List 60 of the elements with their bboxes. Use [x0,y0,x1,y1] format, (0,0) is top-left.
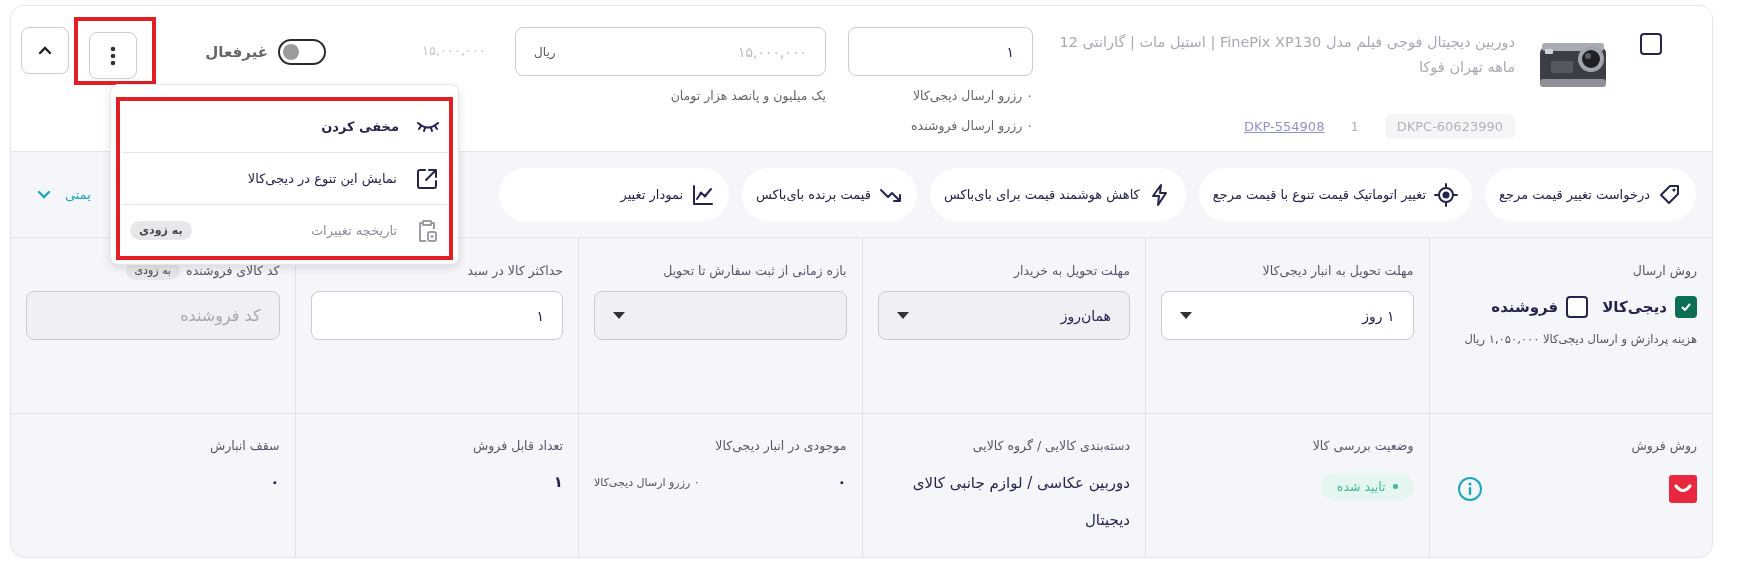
status-badge: تایید شده [1320,473,1414,500]
dropdown[interactable]: ۱ روز [1161,291,1414,340]
info-icon[interactable] [1456,476,1483,502]
reserve-text: ۰ رزرو ارسال دیجی‌کالا [911,87,1033,106]
field-label: کد کالای فروشنده [186,262,280,278]
caret-down-icon [613,312,625,319]
field-label: مهلت تحویل به انبار دیجی‌کالا [1262,262,1414,278]
field-label: بازه زمانی از ثبت سفارش تا تحویل [663,262,847,278]
count-value: ۰ [837,473,847,491]
caret-down-icon [1180,312,1192,319]
caret-down-icon [896,312,909,319]
smile-icon [1669,475,1697,503]
product-title: دوربین دیجیتال فوجی فیلم مدل FinePix XP130 | استیل مات | گارانتی 12 ماهه تهران فوکا [1058,33,1515,78]
checkmark-icon [1681,303,1691,311]
reserve-text: ۰ رزرو ارسال فروشنده [910,117,1033,136]
checkbox[interactable] [1566,296,1589,318]
count-value: ۱ [553,473,563,491]
field-label: وضعیت بررسی کالا [1311,438,1414,453]
quantity-text: 1 [1349,118,1360,136]
checkbox-label: دیجی‌کالا [1602,298,1667,316]
product-code: DKPC-60623990 [1384,114,1515,139]
crosshair-icon [1434,182,1459,207]
field-label: روش ارسال [1632,262,1697,278]
price-field[interactable]: ۱۵,۰۰۰,۰۰۰ ریال [515,27,826,76]
menu-item[interactable]: نمایش این تنوع در دیجی‌کالا [122,152,447,204]
checkbox-label: فروشنده [1491,298,1559,316]
count-value: ۰ [270,473,280,491]
field-label: موجودی در انبار دیجی‌کالا [714,438,847,453]
field-label: تعداد قابل فروش [472,438,563,453]
chevron-up-icon [38,46,53,55]
reference-price: ۱۵,۰۰۰,۰۰۰ [420,43,488,58]
action-button[interactable]: کاهش هوشمند قیمت برای بای‌باکس [929,168,1186,221]
input-field[interactable]: ۱ [310,291,563,340]
checkbox[interactable] [1640,33,1662,55]
field-label: مهلت تحویل به خریدار [1013,262,1130,278]
kebab-icon [110,45,117,66]
price-in-words: یک میلیون و پانصد هزار تومان [669,87,826,106]
reserve-text: ۰ رزرو ارسال دیجی‌کالا [594,475,700,489]
tag-icon [1658,182,1682,207]
field-label: سقف انبارش [208,438,280,453]
cost-note: هزینه پردازش و ارسال دیجی‌کالا ۱,۰۵۰,۰۰۰ ریال [1463,331,1697,349]
soon-badge: به زودی [130,221,192,240]
closed-eye-icon [417,121,439,132]
action-button[interactable]: درخواست تغییر قیمت مرجع [1485,168,1696,221]
action-button[interactable]: نمودار تغییر [499,168,730,221]
field-label: حداکثر کالا در سبد [467,262,563,278]
field-label: روش فروش [1630,438,1697,453]
toggle-switch[interactable] [278,39,326,65]
quantity-field[interactable]: ۱ [848,27,1033,76]
action-button[interactable]: قیمت برنده بای‌باکس [742,168,917,221]
category-text: دوربین عکاسی / لوازم جانبی کالای دیجیتال [911,473,1130,531]
field-label: دسته‌بندی کالایی / گروه کالایی [971,438,1130,453]
action-button[interactable]: تغییر اتوماتیک قیمت تنوع با قیمت مرجع [1198,168,1473,221]
toggle-label: غیرفعال [205,43,268,61]
external-link-icon [415,166,439,191]
menu-item[interactable]: مخفی کردن [122,101,447,152]
more-button[interactable] [89,32,138,79]
chevron-down-icon [37,190,51,199]
checkbox[interactable] [1675,296,1697,318]
line-chart-icon [691,182,716,207]
